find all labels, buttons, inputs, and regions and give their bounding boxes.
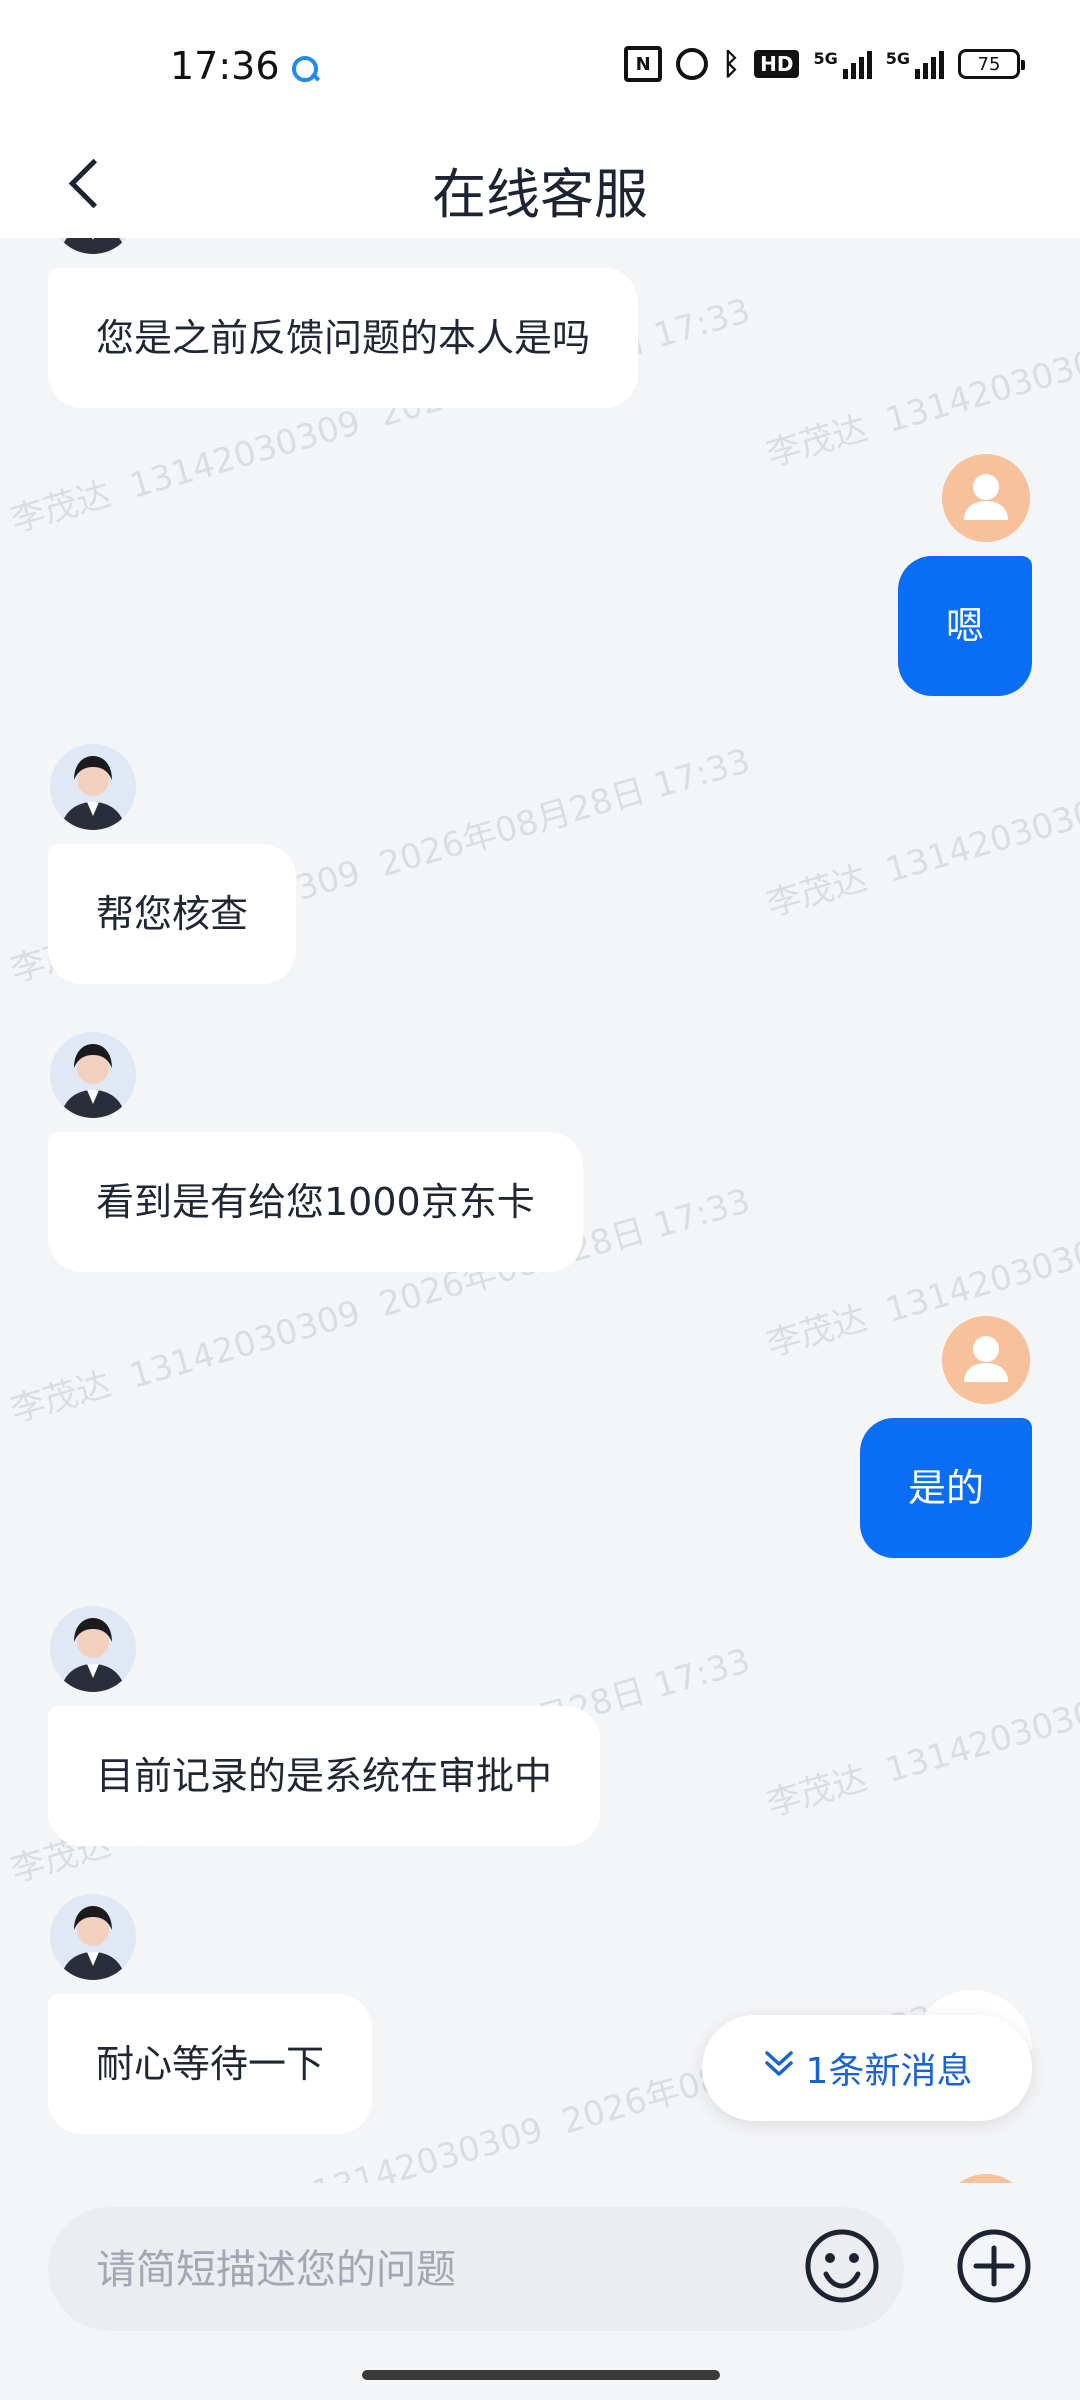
chat-bubble-agent: 帮您核查 [48, 844, 297, 984]
signal-icon-2: 5G [886, 49, 944, 79]
chat-bubble-user: 嗯 [897, 556, 1032, 696]
home-indicator[interactable] [362, 2370, 720, 2380]
page-title: 在线客服 [432, 163, 648, 226]
bluetooth-icon: ᛒ [722, 46, 741, 82]
agent-avatar [50, 1894, 136, 1980]
emoji-icon[interactable] [802, 2226, 882, 2306]
agent-avatar [50, 1606, 136, 1692]
signal-icon: 5G [813, 49, 872, 79]
nfc-icon: N [624, 46, 663, 82]
alarm-icon [676, 48, 709, 80]
message-input-container[interactable] [48, 2207, 904, 2333]
add-icon[interactable] [954, 2226, 1034, 2306]
watermark: 李茂达 13142030309 [762, 1686, 1080, 1825]
new-messages-label: 1条新消息 [805, 2051, 973, 2092]
watermark: 李茂达 13142030309 [762, 336, 1080, 475]
hd-icon: HD [754, 50, 800, 78]
agent-avatar [50, 744, 136, 830]
chat-bubble-agent: 看到是有给您1000京东卡 [48, 1132, 583, 1272]
header: 在线客服 [0, 130, 1080, 238]
status-icons: N ᛒ HD 5G 5G 75 [624, 46, 1025, 82]
status-bar: 17:36 N ᛒ HD 5G 5G 75 [0, 0, 1080, 130]
chat-area[interactable]: 李茂达 13142030309 2026年08月28日 17:33 李茂达 13… [0, 238, 1080, 2183]
watermark: 李茂达 13142030309 [762, 1226, 1080, 1365]
search-icon [292, 56, 318, 82]
watermark: 李茂达 13142030309 [762, 786, 1080, 925]
input-bar [0, 2183, 1080, 2400]
chat-bubble-agent: 耐心等待一下 [48, 1994, 373, 2134]
double-chevron-down-icon [762, 2047, 796, 2090]
new-messages-button[interactable]: 1条新消息 [702, 2015, 1032, 2121]
battery-icon: 75 [958, 49, 1025, 79]
chat-bubble-user: 是的 [859, 1418, 1032, 1558]
user-avatar [942, 1316, 1030, 1404]
chat-bubble-agent: 目前记录的是系统在审批中 [48, 1706, 601, 1846]
message-input[interactable] [94, 2207, 798, 2333]
agent-avatar [50, 238, 136, 254]
user-avatar [942, 2174, 1030, 2183]
status-time: 17:36 [170, 44, 280, 88]
user-avatar [942, 454, 1030, 542]
chat-bubble-agent: 您是之前反馈问题的本人是吗 [48, 268, 639, 408]
agent-avatar [50, 1032, 136, 1118]
